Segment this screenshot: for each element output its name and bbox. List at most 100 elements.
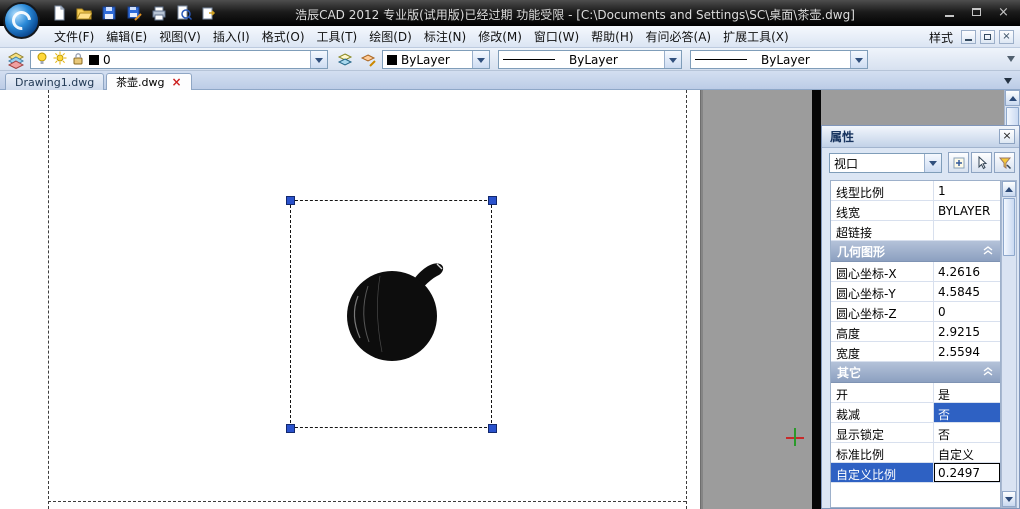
- tab-close-icon[interactable]: ×: [171, 75, 181, 89]
- section-header-other[interactable]: 其它: [831, 362, 1000, 383]
- tab-overflow-icon[interactable]: [1004, 78, 1012, 88]
- property-value[interactable]: BYLAYER: [934, 201, 1000, 220]
- menu-item-format[interactable]: 格式(O): [256, 26, 311, 48]
- scroll-down-button[interactable]: [1002, 491, 1016, 507]
- property-value[interactable]: [934, 221, 1000, 240]
- menu-item-tools[interactable]: 工具(T): [311, 26, 364, 48]
- property-value[interactable]: 自定义: [934, 443, 1000, 462]
- property-label: 裁减: [831, 403, 934, 422]
- app-logo-icon[interactable]: [3, 2, 40, 39]
- close-button[interactable]: ×: [993, 5, 1014, 21]
- collapse-icon[interactable]: [982, 246, 994, 256]
- menu-item-help[interactable]: 帮助(H): [585, 26, 639, 48]
- select-objects-button[interactable]: [971, 152, 992, 173]
- maximize-button[interactable]: [966, 5, 987, 21]
- layer-manager-button[interactable]: [5, 50, 26, 69]
- section-header-geometry[interactable]: 几何图形: [831, 241, 1000, 262]
- property-row-clipped[interactable]: 裁减 否: [831, 403, 1000, 423]
- save-as-icon[interactable]: [125, 4, 143, 22]
- layer-freeze-sun-icon[interactable]: [53, 51, 67, 68]
- minimize-button[interactable]: [939, 5, 960, 21]
- property-value[interactable]: 2.5594: [934, 342, 1000, 361]
- property-row-on[interactable]: 开 是: [831, 383, 1000, 403]
- property-value[interactable]: 否: [934, 423, 1000, 442]
- tab-drawing1[interactable]: Drawing1.dwg: [5, 73, 104, 90]
- property-row-height[interactable]: 高度 2.9215: [831, 322, 1000, 342]
- property-value[interactable]: 2.9215: [934, 322, 1000, 341]
- menu-item-view[interactable]: 视图(V): [153, 26, 207, 48]
- toolbar-overflow-icon[interactable]: [1007, 56, 1015, 66]
- open-file-icon[interactable]: [75, 4, 93, 22]
- properties-panel-header[interactable]: 属性 ×: [822, 126, 1019, 148]
- layer-on-bulb-icon[interactable]: [35, 51, 49, 68]
- property-value[interactable]: 是: [934, 383, 1000, 402]
- property-row-custom-scale[interactable]: 自定义比例: [831, 463, 1000, 483]
- dropdown-arrow-icon[interactable]: [850, 51, 867, 68]
- menu-item-dimension[interactable]: 标注(N): [418, 26, 472, 48]
- property-row-standard-scale[interactable]: 标准比例 自定义: [831, 443, 1000, 463]
- grip-bottom-right[interactable]: [488, 424, 497, 433]
- scroll-up-button[interactable]: [1002, 181, 1016, 197]
- property-row-display-locked[interactable]: 显示锁定 否: [831, 423, 1000, 443]
- doc-close-button[interactable]: ×: [999, 30, 1014, 44]
- dropdown-arrow-icon[interactable]: [472, 51, 489, 68]
- publish-icon[interactable]: [200, 4, 218, 22]
- minimize-icon: [965, 39, 972, 41]
- menu-item-qa[interactable]: 有问必答(A): [640, 26, 718, 48]
- menu-item-edit[interactable]: 编辑(E): [100, 26, 153, 48]
- color-combo[interactable]: ByLayer: [382, 50, 490, 69]
- grid-vertical-scrollbar[interactable]: [1001, 180, 1017, 508]
- property-value[interactable]: 1: [934, 181, 1000, 200]
- drawing-canvas[interactable]: 属性 × 视口: [0, 90, 1020, 509]
- property-label: 超链接: [831, 221, 934, 240]
- property-value[interactable]: 4.2616: [934, 262, 1000, 281]
- property-value-selected[interactable]: 否: [934, 403, 1000, 422]
- dropdown-arrow-icon[interactable]: [310, 51, 327, 68]
- tab-teapot[interactable]: 茶壶.dwg ×: [106, 73, 192, 90]
- layer-lock-icon[interactable]: [71, 51, 85, 68]
- lineweight-combo[interactable]: ByLayer: [690, 50, 868, 69]
- property-label: 线型比例: [831, 181, 934, 200]
- linetype-combo[interactable]: ByLayer: [498, 50, 682, 69]
- quick-select-button[interactable]: [994, 152, 1015, 173]
- property-row-linetype-scale[interactable]: 线型比例 1: [831, 181, 1000, 201]
- scrollbar-thumb[interactable]: [1003, 198, 1015, 256]
- menu-item-express-tools[interactable]: 扩展工具(X): [717, 26, 795, 48]
- dropdown-arrow-icon[interactable]: [664, 51, 681, 68]
- layer-combo[interactable]: 0: [30, 50, 328, 69]
- new-file-icon[interactable]: [50, 4, 68, 22]
- layer-states-button[interactable]: [357, 50, 378, 69]
- object-type-combo[interactable]: 视口: [829, 153, 942, 173]
- make-object-layer-current-button[interactable]: [334, 50, 355, 69]
- property-value[interactable]: 0: [934, 302, 1000, 321]
- property-row-center-x[interactable]: 圆心坐标-X 4.2616: [831, 262, 1000, 282]
- grip-top-left[interactable]: [286, 196, 295, 205]
- plot-icon[interactable]: [150, 4, 168, 22]
- property-row-width[interactable]: 宽度 2.5594: [831, 342, 1000, 362]
- menu-bar: 文件(F) 编辑(E) 视图(V) 插入(I) 格式(O) 工具(T) 绘图(D…: [0, 26, 1020, 48]
- menu-item-modify[interactable]: 修改(M): [472, 26, 528, 48]
- grip-top-right[interactable]: [488, 196, 497, 205]
- menu-item-insert[interactable]: 插入(I): [207, 26, 256, 48]
- plot-preview-icon[interactable]: [175, 4, 193, 22]
- collapse-icon[interactable]: [982, 367, 994, 377]
- property-value[interactable]: 4.5845: [934, 282, 1000, 301]
- linetype-combo-body: ByLayer: [499, 51, 664, 68]
- scroll-up-button[interactable]: [1005, 90, 1020, 106]
- menu-item-draw[interactable]: 绘图(D): [363, 26, 418, 48]
- doc-minimize-button[interactable]: [961, 30, 976, 44]
- custom-scale-input[interactable]: [934, 463, 1000, 482]
- dropdown-arrow-icon[interactable]: [924, 154, 941, 172]
- menu-item-file[interactable]: 文件(F): [48, 26, 100, 48]
- panel-close-button[interactable]: ×: [999, 129, 1015, 144]
- toggle-pickadd-button[interactable]: [948, 152, 969, 173]
- save-icon[interactable]: [100, 4, 118, 22]
- teapot-drawing[interactable]: [340, 256, 450, 366]
- property-row-lineweight[interactable]: 线宽 BYLAYER: [831, 201, 1000, 221]
- property-row-center-z[interactable]: 圆心坐标-Z 0: [831, 302, 1000, 322]
- doc-restore-button[interactable]: [980, 30, 995, 44]
- property-row-hyperlink[interactable]: 超链接: [831, 221, 1000, 241]
- grip-bottom-left[interactable]: [286, 424, 295, 433]
- menu-item-window[interactable]: 窗口(W): [528, 26, 585, 48]
- property-row-center-y[interactable]: 圆心坐标-Y 4.5845: [831, 282, 1000, 302]
